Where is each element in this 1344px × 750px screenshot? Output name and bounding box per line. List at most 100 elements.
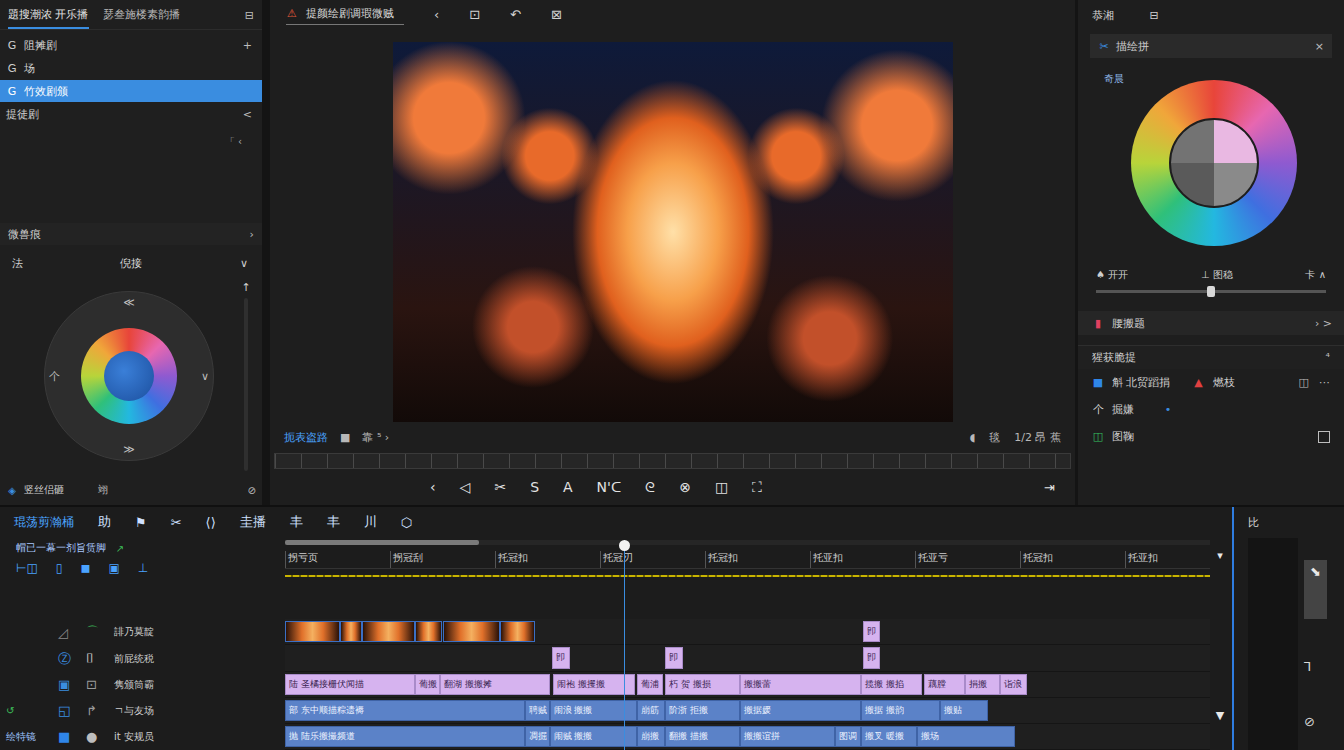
wheel-mark[interactable]: ≫ <box>123 443 135 456</box>
playhead[interactable] <box>624 540 625 750</box>
effect-item[interactable]: G阻摊剧+ <box>0 34 262 56</box>
wheel-mode-select[interactable]: 倪接 <box>23 256 238 271</box>
next-edit-icon[interactable]: ⇥ <box>1044 480 1055 495</box>
item-action[interactable]: < <box>243 108 252 121</box>
dropdown-icon[interactable]: ∨ <box>238 257 250 270</box>
time-ruler[interactable]: 拐亏页拐冠刮托冠扣托冠刃托冠扣托亚扣托亚亏托冠扣托亚扣 <box>285 551 1210 569</box>
clip[interactable]: 图调 <box>835 726 861 747</box>
panel-tab[interactable]: 瑟叁施楼素韵播 <box>103 1 180 29</box>
track-header[interactable]: Ⓩ⌷前屁统税 <box>0 646 285 672</box>
track-toggle-icon[interactable]: ⊡ <box>86 677 114 692</box>
edit-tool[interactable]: ◫ <box>715 479 728 495</box>
track-toggle-icon[interactable]: ◿ <box>58 625 86 640</box>
track-tool[interactable]: ◼ <box>80 561 90 575</box>
edit-tool[interactable]: ⊗ <box>679 479 691 495</box>
edit-tool[interactable]: N'ᑕ <box>597 479 622 495</box>
clip[interactable]: 卽 <box>863 647 881 668</box>
property-dot[interactable]: • <box>1162 403 1174 416</box>
clip[interactable]: 崩筋 <box>637 700 665 721</box>
property-row[interactable]: ◫图鞠 <box>1078 423 1344 450</box>
clip[interactable]: 闹袍 搬攫搬 <box>553 674 635 695</box>
effect-item[interactable]: Ꮐ场 <box>0 57 262 79</box>
hue-disc[interactable] <box>81 328 177 424</box>
clip[interactable]: 部 东中顺描粽遗褥 <box>285 700 525 721</box>
sequence-name[interactable]: 帽已一幕一剂旨赁脚↗ <box>16 541 285 555</box>
clip[interactable]: 抛 陆乐搬撮频道 <box>285 726 525 747</box>
panel-divider[interactable] <box>1232 507 1234 750</box>
track-toggle-icon[interactable]: ▣ <box>58 677 86 692</box>
preview-tool[interactable]: ⊠ <box>551 7 562 22</box>
scrub-bar[interactable] <box>274 453 1071 469</box>
timeline-tool[interactable]: 川 <box>364 513 377 531</box>
wheel-mark[interactable]: ≪ <box>123 296 135 309</box>
hue-wheel[interactable] <box>1131 80 1297 246</box>
edit-tool[interactable]: ᘓ <box>645 479 655 496</box>
edit-tool[interactable]: ✂ <box>494 479 506 495</box>
wheel-picker[interactable] <box>1169 118 1259 208</box>
timeline-canvas[interactable]: 拐亏页拐冠刮托冠扣托冠刃托冠扣托亚扣托亚亏托冠扣托亚扣卽卽卽卽陆 圣橘接栅伏闻描… <box>285 537 1210 750</box>
clip[interactable] <box>340 621 362 642</box>
property-value[interactable]: 燃枝 <box>1213 375 1235 390</box>
preview-setting[interactable]: ◖ <box>970 431 976 444</box>
meter-tool-icon[interactable]: ꓶ <box>1304 659 1327 674</box>
effect-item[interactable]: 提徒剧< <box>0 103 262 125</box>
effect-card[interactable]: ✂描绘拼× <box>1090 34 1332 58</box>
scroll-thumb[interactable] <box>285 540 479 545</box>
preview-setting[interactable]: 1/2 昂 蕉 <box>1014 430 1061 445</box>
track-toggle-icon[interactable]: ◱ <box>58 703 86 718</box>
clip[interactable]: 葡搬 <box>415 674 440 695</box>
track-toggle-icon[interactable]: ⌷ <box>86 651 114 667</box>
preview-tool[interactable]: ↶ <box>510 7 521 22</box>
clip[interactable]: 搬叉 暖搬 <box>861 726 917 747</box>
property-row[interactable]: 个掘嫌• <box>1078 396 1344 423</box>
work-area-bar[interactable] <box>285 575 1210 577</box>
vertical-slider[interactable]: ↑ <box>238 281 254 471</box>
scroll-arrow-icon[interactable]: ▾ <box>1217 549 1223 562</box>
footer-right[interactable]: ⊘ <box>248 485 256 496</box>
track-toggle-icon[interactable]: ■ <box>58 729 86 744</box>
clip[interactable]: 翻湖 搬搬摊 <box>440 674 549 695</box>
timeline-tool[interactable]: ⬡ <box>401 515 412 530</box>
panel-menu-icon[interactable]: ⊟ <box>245 9 254 29</box>
close-button[interactable]: × <box>1315 40 1324 53</box>
wheel-footer-label[interactable]: ♠ 开开 <box>1096 268 1128 282</box>
clip[interactable]: 搬据 搬韵 <box>861 700 940 721</box>
effect-item[interactable]: G竹效剧颁 <box>0 80 262 102</box>
clip[interactable]: 卽 <box>665 647 683 668</box>
clip[interactable]: 搬据媛 <box>740 700 862 721</box>
slider-up-icon[interactable]: ↑ <box>240 281 252 294</box>
clip[interactable]: 揽搬 搬掐 <box>861 674 922 695</box>
property-row[interactable]: ■斛 北贸蹈捐▲燃枝◫⋯ <box>1078 369 1344 396</box>
clip[interactable]: 陆 圣橘接栅伏闻描 <box>285 674 415 695</box>
track-toggle-icon[interactable]: ⌒ <box>86 623 114 641</box>
preview-setting[interactable]: 毯 <box>989 430 1000 445</box>
meter-tool-icon[interactable]: ⊘ <box>1304 714 1327 729</box>
clip[interactable] <box>500 621 535 642</box>
color-section-header[interactable]: 微兽痕› <box>0 223 262 245</box>
color-wheel[interactable]: ≪个∨≫ <box>44 291 214 461</box>
track-header[interactable]: ▣⊡隽颁筒霸 <box>0 672 285 698</box>
edit-tool[interactable]: ⛶ <box>752 479 762 496</box>
edit-tool[interactable]: A <box>563 479 573 495</box>
property-group[interactable]: ▮腰搬题› > <box>1078 311 1344 335</box>
clip[interactable]: 翻搬 描搬 <box>665 726 740 747</box>
track-toggle-icon[interactable]: Ⓩ <box>58 650 86 668</box>
clip[interactable]: 卽 <box>863 621 881 642</box>
preview-control[interactable]: ■ <box>340 431 350 444</box>
timeline-tool[interactable]: ⟨⟩ <box>206 515 216 530</box>
track-header[interactable]: 绘特镜■●it 安规员 <box>0 724 285 750</box>
clip[interactable]: 搬搬蕾 <box>740 674 862 695</box>
playhead-knob[interactable] <box>619 540 630 551</box>
track-header[interactable]: ↺◱↱ㄱ与友场 <box>0 698 285 724</box>
clip[interactable] <box>362 621 416 642</box>
inspector-section[interactable]: 猩获脆提⁴ <box>1078 345 1344 369</box>
inspector-menu-icon[interactable]: ⊟ <box>1148 9 1160 22</box>
track-header[interactable]: ◿⌒誹乃莫靛 <box>0 619 285 645</box>
track-toggle-icon[interactable]: ● <box>86 729 114 744</box>
timeline-tool[interactable]: ✂ <box>171 515 182 530</box>
wheel-mark[interactable]: 个 <box>49 369 60 384</box>
timeline-tool[interactable]: 丰 <box>290 513 303 531</box>
track-tool[interactable]: ⊢◫ <box>16 561 38 575</box>
meter-grip-icon[interactable]: ⬊ <box>1304 560 1327 619</box>
timeline-tool[interactable]: 助 <box>98 513 111 531</box>
